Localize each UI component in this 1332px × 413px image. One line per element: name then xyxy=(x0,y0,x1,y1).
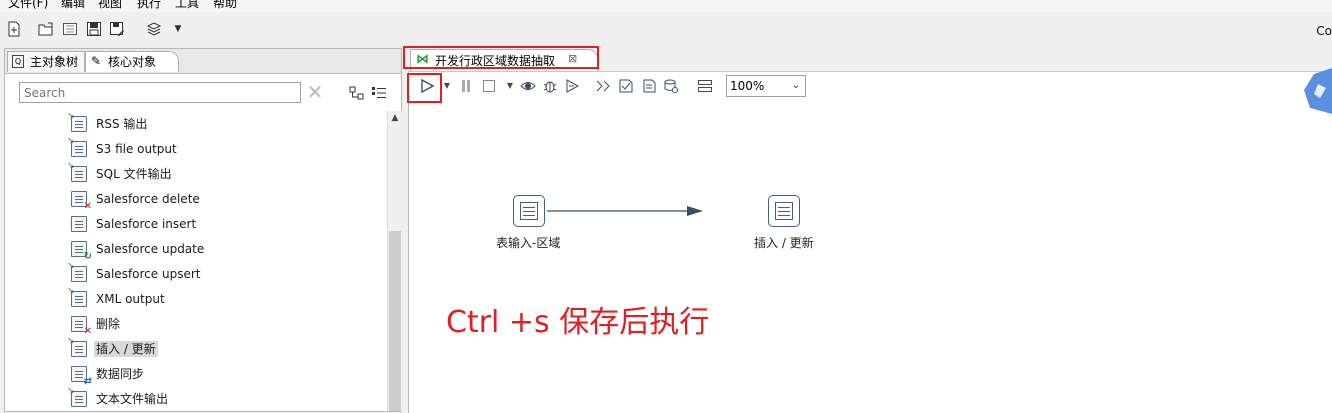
save-icon[interactable] xyxy=(86,21,102,37)
chevron-down-icon: ⌄ xyxy=(791,80,800,91)
list-item-label: SQL 文件输出 xyxy=(96,167,172,181)
list-item-label: Salesforce delete xyxy=(96,192,200,206)
list-item-label: 插入 / 更新 xyxy=(94,341,158,357)
explore-repository-icon[interactable] xyxy=(62,21,78,37)
zoom-value: 100% xyxy=(730,79,765,93)
main-tree-icon: Q xyxy=(12,55,24,68)
canvas[interactable]: 表输入-区域 插入 / 更新 Ctrl +s 保存后执行 xyxy=(409,102,1332,413)
save-as-icon[interactable] xyxy=(109,21,125,37)
list-item-label: RSS 输出 xyxy=(96,117,148,131)
menu-view[interactable]: 视图 xyxy=(98,0,122,11)
main-toolbar: ▼ Co xyxy=(0,12,1332,46)
vertical-scrollbar[interactable]: ▲ xyxy=(387,111,402,411)
list-item[interactable]: ↘ 文本文件输出 xyxy=(65,386,385,410)
panel-tabs: Q 主对象树 ✎ 核心对象 xyxy=(5,49,401,74)
clear-search-icon[interactable]: ✕ xyxy=(305,81,325,103)
verify-icon[interactable] xyxy=(595,78,611,94)
hop-connector xyxy=(547,206,703,216)
tab-core-objects[interactable]: ✎ 核心对象 xyxy=(85,51,179,72)
menu-tools[interactable]: 工具 xyxy=(175,0,199,11)
list-item-label: 删除 xyxy=(96,317,121,331)
layers-icon[interactable] xyxy=(146,21,162,37)
text-file-output-icon: ↘ xyxy=(67,386,87,407)
zoom-select[interactable]: 100% ⌄ xyxy=(726,75,806,97)
table-input-node[interactable] xyxy=(513,195,545,227)
open-file-icon[interactable] xyxy=(38,21,54,37)
delete-step-icon: ✕ xyxy=(71,316,92,337)
scrollbar-thumb[interactable] xyxy=(389,231,401,411)
tab-core-objects-label: 核心对象 xyxy=(108,55,157,69)
list-item-label: 数据同步 xyxy=(96,367,145,381)
step-list: ↘ RSS 输出 ↘ S3 file output ↘ SQL 文件输出 ✕ S… xyxy=(5,111,385,413)
list-item[interactable]: ⇄ 数据同步 xyxy=(65,363,385,387)
list-item-label: Salesforce update xyxy=(96,242,205,256)
salesforce-delete-icon: ✕ xyxy=(71,191,92,212)
menu-edit[interactable]: 编辑 xyxy=(61,0,85,11)
table-input-icon xyxy=(520,202,538,220)
list-item-selected[interactable]: ↘ 插入 / 更新 xyxy=(65,336,385,360)
list-item[interactable]: ↘ SQL 文件输出 xyxy=(65,161,385,185)
editor-toolbar: ▼ ▼ 100% ⌄ xyxy=(409,72,1332,100)
transformation-editor: ▼ ▼ 100% ⌄ 表输入-区域 插入 / 更新 Ctrl +s 保存后执行 xyxy=(408,71,1332,413)
tab-main-tree[interactable]: Q 主对象树 xyxy=(7,51,85,72)
sql-file-output-icon: ↘ xyxy=(67,161,87,182)
insert-update-node[interactable] xyxy=(768,195,800,227)
insert-update-node-label: 插入 / 更新 xyxy=(754,236,814,250)
list-item[interactable]: ↘ S3 file output xyxy=(65,136,385,160)
list-item[interactable]: Salesforce insert xyxy=(65,213,385,235)
new-file-icon[interactable] xyxy=(6,21,22,37)
debug-icon[interactable] xyxy=(542,78,558,94)
explore-db-icon[interactable] xyxy=(663,78,679,94)
insert-update-icon xyxy=(775,202,793,220)
s3-output-icon: ↘ xyxy=(67,136,87,157)
show-results-icon[interactable] xyxy=(697,78,713,94)
list-item[interactable]: ✕ Salesforce delete xyxy=(65,188,385,212)
search-input[interactable] xyxy=(19,82,301,103)
xml-output-icon: ↘ xyxy=(67,286,87,307)
floating-assistant-icon[interactable] xyxy=(1302,66,1332,116)
menu-file[interactable]: 文件(F) xyxy=(8,0,48,11)
list-item-label: Salesforce upsert xyxy=(96,267,201,281)
pause-icon[interactable] xyxy=(458,78,474,94)
annotation-text: Ctrl +s 保存后执行 xyxy=(446,305,710,340)
menu-run[interactable]: 执行 xyxy=(137,0,161,11)
perspective-label[interactable]: Co xyxy=(1316,24,1332,38)
stop-dropdown-icon[interactable]: ▼ xyxy=(502,78,518,94)
list-item-label: S3 file output xyxy=(96,142,177,156)
salesforce-insert-icon xyxy=(71,216,87,232)
table-input-node-label: 表输入-区域 xyxy=(496,236,561,250)
replay-icon[interactable] xyxy=(564,78,580,94)
list-item[interactable]: ↘ RSS 输出 xyxy=(65,111,385,135)
list-item-label: Salesforce insert xyxy=(96,217,197,231)
list-item-label: XML output xyxy=(96,292,165,306)
list-item[interactable]: ✕ 删除 xyxy=(65,313,385,337)
expand-all-icon[interactable] xyxy=(349,85,365,101)
preview-icon[interactable] xyxy=(520,78,536,94)
tab-main-tree-label: 主对象树 xyxy=(30,55,79,69)
sql-icon[interactable] xyxy=(641,78,657,94)
rss-output-icon: ↘ xyxy=(67,111,87,132)
run-highlight-box xyxy=(407,73,442,103)
tab-highlight-box xyxy=(403,46,599,69)
data-sync-icon: ⇄ xyxy=(71,366,92,387)
list-item[interactable]: ↘ Salesforce upsert xyxy=(65,261,385,285)
insert-update-icon: ↘ xyxy=(67,336,87,357)
scroll-up-icon[interactable]: ▲ xyxy=(388,111,402,125)
stop-icon[interactable] xyxy=(481,78,497,94)
collapse-all-icon[interactable] xyxy=(371,85,387,101)
salesforce-upsert-icon: ↘ xyxy=(67,261,87,282)
impact-icon[interactable] xyxy=(618,78,634,94)
list-item-label: 文本文件输出 xyxy=(96,392,169,406)
dropdown-arrow-icon[interactable]: ▼ xyxy=(170,21,186,37)
menu-bar: 文件(F) 编辑 视图 执行 工具 帮助 xyxy=(0,0,1332,12)
pencil-icon: ✎ xyxy=(90,54,102,68)
salesforce-update-icon: ↻ xyxy=(71,241,92,262)
design-panel: Q 主对象树 ✎ 核心对象 ✕ ↘ RSS 输出 ↘ S3 file outpu… xyxy=(4,48,402,412)
menu-help[interactable]: 帮助 xyxy=(213,0,237,11)
list-item[interactable]: ↻ Salesforce update xyxy=(65,238,385,262)
list-item[interactable]: ↘ XML output xyxy=(65,286,385,310)
